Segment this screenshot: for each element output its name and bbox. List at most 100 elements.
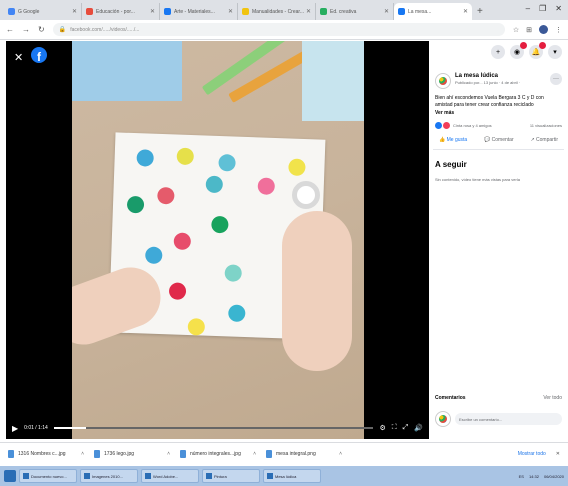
file-icon [8, 449, 14, 458]
page-avatar[interactable] [435, 73, 451, 89]
chevron-up-icon[interactable]: ˄ [81, 451, 84, 457]
post-description: Bien ahí escondemos Vuela Bergara 3 C y … [435, 95, 544, 108]
see-more-link[interactable]: Ver más [429, 109, 568, 117]
colored-dot [218, 154, 236, 172]
tab-close-icon[interactable]: ✕ [150, 8, 155, 15]
browser-tab[interactable]: Arte - Materiales... ✕ [160, 3, 238, 20]
facebook-logo[interactable]: f [31, 47, 47, 63]
file-icon [94, 449, 100, 458]
like-label: Me gusta [446, 137, 468, 143]
download-item[interactable]: 1736 lego.jpg ˄ [94, 449, 170, 458]
tab-close-icon[interactable]: ✕ [72, 8, 77, 15]
comment-input[interactable]: Escribe un comentario... [455, 413, 562, 425]
comment-label: Comentar [491, 137, 514, 143]
fullscreen-icon[interactable]: ⛶ [392, 424, 397, 432]
taskbar-label: Word Adobe... [153, 473, 179, 479]
download-filename: mesa integral.png [276, 450, 316, 457]
create-icon[interactable]: + [491, 45, 505, 59]
play-icon[interactable]: ▶ [12, 424, 18, 433]
back-icon[interactable]: ← [6, 25, 14, 34]
colored-dot [173, 232, 192, 251]
browser-tab[interactable]: La mesa... ✕ [394, 3, 472, 20]
colored-dot [205, 175, 224, 194]
comment-button[interactable]: 💬 Comentar [484, 137, 514, 143]
background-cards [72, 41, 364, 121]
browser-tab-strip: G Google ✕ Educación - por... ✕ Arte - Mater… [0, 0, 568, 20]
profile-avatar[interactable] [539, 25, 548, 34]
taskbar-label: Documento nuevo... [31, 473, 67, 479]
close-icon[interactable]: ✕ [14, 51, 23, 64]
close-window-button[interactable]: ✕ [555, 4, 562, 13]
tab-close-icon[interactable]: ✕ [306, 8, 311, 15]
app-icon [267, 473, 273, 479]
like-button[interactable]: 👍 Me gusta [439, 137, 467, 143]
taskbar-item[interactable]: Pintura [202, 469, 260, 483]
like-reaction-icon [435, 122, 442, 129]
reactions-row[interactable]: Cinta rosa y 4 amigos 11 visualizaciones [429, 117, 568, 129]
progress-bar[interactable] [53, 427, 374, 429]
taskbar-item[interactable]: Mesa lúdica [263, 469, 321, 483]
new-tab-button[interactable]: + [477, 6, 483, 17]
tab-favicon-icon [8, 8, 15, 15]
page-name[interactable]: La mesa lúdica [455, 73, 520, 79]
file-icon [266, 449, 272, 458]
chevron-up-icon[interactable]: ˄ [339, 451, 342, 457]
browser-tab[interactable]: Educación - por... ✕ [82, 3, 160, 20]
messenger-icon[interactable]: ◉ [510, 42, 527, 59]
post-panel: + ◉ 🔔 ▾ La mesa lúdica Publicado por... … [429, 41, 568, 439]
star-icon[interactable]: ☆ [513, 26, 519, 34]
share-label: Compartir [536, 137, 558, 143]
tray-item[interactable]: 06/04/2020 [544, 474, 564, 479]
comments-view-all[interactable]: Ver todo [543, 395, 562, 401]
close-downloads-icon[interactable]: ✕ [556, 451, 560, 457]
forward-icon[interactable]: → [22, 25, 30, 34]
menu-icon[interactable]: ⋮ [555, 26, 562, 34]
tab-favicon-icon [164, 8, 171, 15]
hand-right [282, 211, 352, 371]
maximize-button[interactable]: ❐ [539, 4, 546, 13]
tab-close-icon[interactable]: ✕ [463, 8, 468, 15]
downloads-bar: 1316 Nombres c...jpg ˄ 1736 lego.jpg ˄ númer… [0, 442, 568, 464]
up-next-text: Sin contenido, vídeo tiene más vistas pa… [435, 177, 520, 182]
video-player[interactable]: ✕ f ▶ 0:01 / 1:14 ⚙ ⛶ ⤢ 🔊 [6, 41, 429, 439]
download-item[interactable]: número integrales...jpg ˄ [180, 449, 256, 458]
reactions-text: Cinta rosa y 4 amigos [453, 123, 492, 128]
tab-label: La mesa... [408, 8, 432, 15]
chevron-up-icon[interactable]: ˄ [167, 451, 170, 457]
taskbar-item[interactable]: Imagenes 2010... [80, 469, 138, 483]
share-button[interactable]: ↗ Compartir [530, 137, 558, 143]
extension-icon[interactable]: ⊞ [526, 26, 532, 34]
start-button[interactable] [4, 470, 16, 482]
download-item[interactable]: 1316 Nombres c...jpg ˄ [8, 449, 84, 458]
expand-icon[interactable]: ⤢ [403, 424, 409, 432]
colored-dot [126, 195, 145, 214]
colored-dot [288, 158, 306, 177]
account-icon[interactable]: ▾ [548, 45, 562, 59]
browser-tab[interactable]: Ed. creativa ✕ [316, 3, 394, 20]
browser-tab[interactable]: Manualidades - Crear... ✕ [238, 3, 316, 20]
taskbar-item[interactable]: Word Adobe... [141, 469, 199, 483]
window-controls: – ❐ ✕ [526, 4, 562, 13]
taskbar-label: Imagenes 2010... [92, 473, 123, 479]
tab-close-icon[interactable]: ✕ [228, 8, 233, 15]
download-filename: número integrales...jpg [190, 450, 241, 457]
tray-item[interactable]: 14:32 [529, 474, 539, 479]
taskbar-label: Mesa lúdica [275, 473, 297, 479]
download-item[interactable]: mesa integral.png ˄ [266, 449, 342, 458]
app-icon [23, 473, 29, 479]
chevron-up-icon[interactable]: ˄ [253, 451, 256, 457]
show-all-downloads-link[interactable]: Mostrar todo [518, 451, 546, 457]
tab-label: G Google [18, 8, 40, 15]
minimize-button[interactable]: – [526, 4, 530, 13]
app-icon [84, 473, 90, 479]
tray-item[interactable]: ES [519, 474, 524, 479]
volume-icon[interactable]: 🔊 [414, 424, 423, 432]
tab-close-icon[interactable]: ✕ [384, 8, 389, 15]
reload-icon[interactable]: ↻ [38, 25, 45, 34]
browser-tab[interactable]: G Google ✕ [4, 3, 82, 20]
address-bar[interactable]: 🔒 facebook.com/...../videos/...../... [52, 23, 505, 36]
notifications-icon[interactable]: 🔔 [529, 42, 546, 59]
taskbar-item[interactable]: Documento nuevo... [19, 469, 77, 483]
more-options-icon[interactable]: ··· [550, 73, 562, 85]
settings-icon[interactable]: ⚙ [379, 424, 385, 432]
